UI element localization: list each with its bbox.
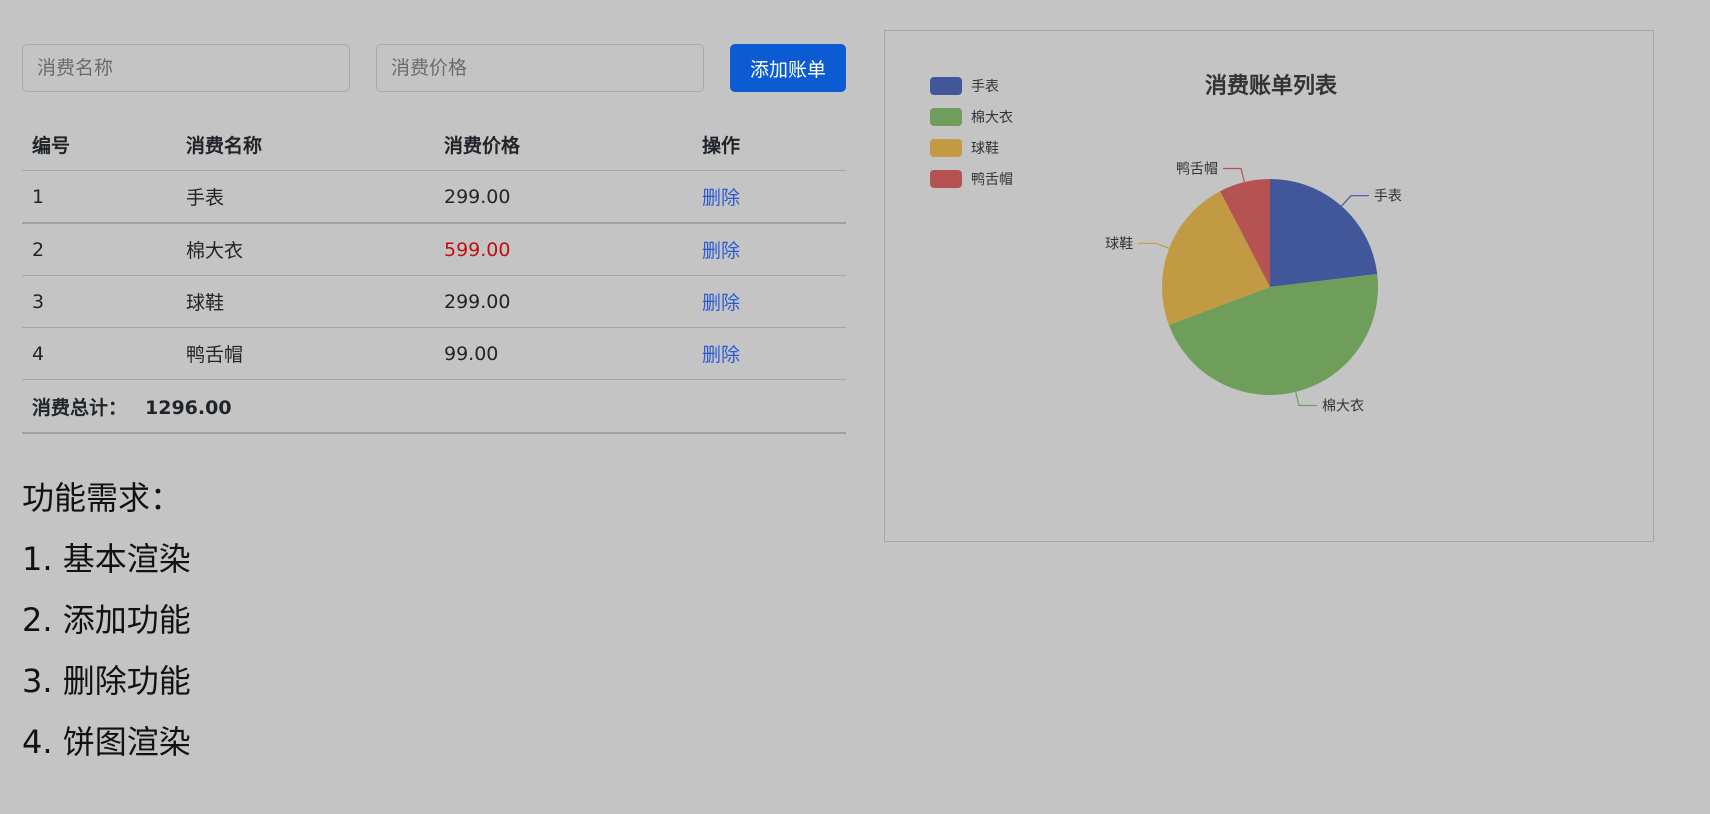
pie-label-line-3 bbox=[1138, 242, 1170, 249]
requirement-item: 3. 删除功能 bbox=[22, 662, 191, 700]
row-id: 4 bbox=[22, 327, 176, 380]
legend-label-4[interactable]: 鸭舌帽 bbox=[971, 172, 1013, 188]
pie-label-1: 手表 bbox=[1374, 189, 1402, 205]
bill-panel: 添加账单 编号 消费名称 消费价格 操作 1 手表 299.00 删除 2 棉大… bbox=[22, 44, 846, 773]
requirement-item: 2. 添加功能 bbox=[22, 601, 191, 639]
legend-label-2[interactable]: 棉大衣 bbox=[971, 109, 1013, 126]
delete-link[interactable]: 删除 bbox=[702, 240, 740, 262]
header-action: 操作 bbox=[692, 118, 846, 171]
header-name: 消费名称 bbox=[176, 118, 434, 171]
pie-label-3: 球鞋 bbox=[1105, 236, 1133, 252]
row-name: 鸭舌帽 bbox=[176, 327, 434, 380]
row-action-cell: 删除 bbox=[692, 275, 846, 328]
requirements: 功能需求： 1. 基本渲染 2. 添加功能 3. 删除功能 4. 饼图渲染 bbox=[22, 468, 846, 773]
total-row: 消费总计： 1296.00 bbox=[22, 379, 846, 434]
row-price: 99.00 bbox=[434, 327, 692, 380]
total-cell: 消费总计： 1296.00 bbox=[22, 379, 846, 434]
row-price: 599.00 bbox=[434, 223, 692, 276]
row-action-cell: 删除 bbox=[692, 327, 846, 380]
requirements-title: 功能需求： bbox=[22, 479, 183, 517]
table-row: 3 球鞋 299.00 删除 bbox=[22, 275, 846, 328]
chart-slices bbox=[1162, 179, 1379, 395]
legend-swatch-3[interactable] bbox=[930, 139, 962, 157]
header-price: 消费价格 bbox=[434, 118, 692, 171]
row-name: 棉大衣 bbox=[176, 223, 434, 276]
requirement-item: 4. 饼图渲染 bbox=[22, 723, 191, 761]
legend-swatch-4[interactable] bbox=[930, 170, 962, 188]
bill-price-input[interactable] bbox=[376, 44, 704, 92]
pie-chart-panel: 消费账单列表 手表 棉大衣 球鞋 鸭舌帽 手表 棉大衣 球鞋 鸭舌帽 bbox=[884, 30, 1654, 542]
pie-label-line-1 bbox=[1341, 195, 1369, 207]
total-label: 消费总计： bbox=[32, 396, 128, 419]
bill-name-input[interactable] bbox=[22, 44, 350, 92]
table-row: 2 棉大衣 599.00 删除 bbox=[22, 223, 846, 276]
pie-chart: 消费账单列表 手表棉大衣球鞋鸭舌帽 手表棉大衣球鞋鸭舌帽 bbox=[930, 74, 1402, 415]
legend-swatch-2[interactable] bbox=[930, 108, 962, 126]
pie-label-line-2 bbox=[1295, 391, 1317, 407]
delete-link[interactable]: 删除 bbox=[702, 187, 740, 209]
row-action-cell: 删除 bbox=[692, 170, 846, 224]
legend-swatch-1[interactable] bbox=[930, 77, 962, 95]
add-bill-button[interactable]: 添加账单 bbox=[730, 44, 846, 92]
pie-label-4: 鸭舌帽 bbox=[1176, 162, 1218, 178]
row-price: 299.00 bbox=[434, 275, 692, 328]
legend-label-1[interactable]: 手表 bbox=[971, 79, 999, 95]
row-id: 3 bbox=[22, 275, 176, 328]
delete-link[interactable]: 删除 bbox=[702, 344, 740, 366]
chart-title: 消费账单列表 bbox=[1205, 74, 1338, 99]
row-id: 2 bbox=[22, 223, 176, 276]
row-id: 1 bbox=[22, 170, 176, 224]
pie-label-line-4 bbox=[1223, 167, 1245, 183]
delete-link[interactable]: 删除 bbox=[702, 292, 740, 314]
add-bill-form: 添加账单 bbox=[22, 44, 846, 92]
table-row: 4 鸭舌帽 99.00 删除 bbox=[22, 327, 846, 380]
chart-legend: 手表棉大衣球鞋鸭舌帽 bbox=[930, 77, 1013, 188]
bill-table: 编号 消费名称 消费价格 操作 1 手表 299.00 删除 2 棉大衣 599… bbox=[22, 118, 846, 434]
requirement-item: 1. 基本渲染 bbox=[22, 540, 191, 578]
legend-label-3[interactable]: 球鞋 bbox=[971, 141, 999, 157]
total-value: 1296.00 bbox=[145, 396, 232, 419]
table-row: 1 手表 299.00 删除 bbox=[22, 170, 846, 224]
pie-label-2: 棉大衣 bbox=[1322, 398, 1364, 415]
header-id: 编号 bbox=[22, 118, 176, 171]
row-price: 299.00 bbox=[434, 170, 692, 224]
row-action-cell: 删除 bbox=[692, 223, 846, 276]
row-name: 手表 bbox=[176, 170, 434, 224]
table-header-row: 编号 消费名称 消费价格 操作 bbox=[22, 118, 846, 171]
row-name: 球鞋 bbox=[176, 275, 434, 328]
